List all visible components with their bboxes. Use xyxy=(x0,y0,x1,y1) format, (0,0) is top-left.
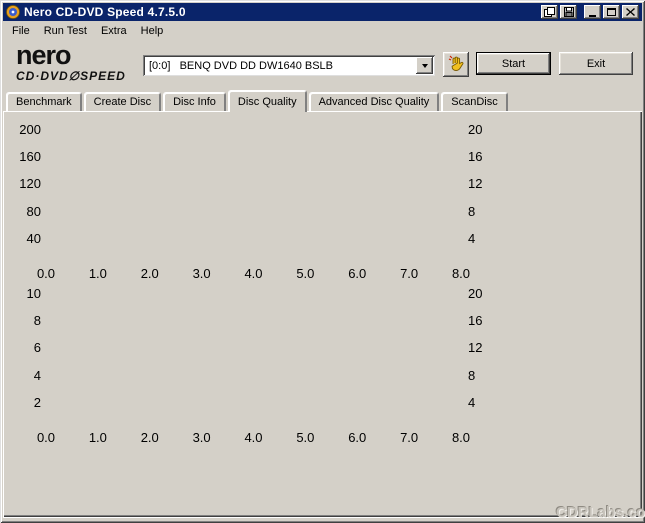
tab-create-disc[interactable]: Create Disc xyxy=(83,92,162,111)
axis-tick-label: 20 xyxy=(468,286,483,301)
menu-extra[interactable]: Extra xyxy=(94,23,134,39)
axis-tick-label: 160 xyxy=(19,149,41,165)
axis-tick-label: 200 xyxy=(19,122,41,137)
bottom-strip xyxy=(3,517,642,521)
tab-strip: Benchmark Create Disc Disc Info Disc Qua… xyxy=(6,90,508,112)
start-button[interactable]: Start xyxy=(476,52,551,75)
axis-tick-label: 0.0 xyxy=(36,266,56,281)
axis-tick-label: 2.0 xyxy=(140,266,159,281)
axis-tick-label: 1.0 xyxy=(88,266,107,281)
save-icon xyxy=(563,7,574,17)
app-window: Nero CD-DVD Speed 4.7.5.0 File Run Test … xyxy=(0,0,645,523)
axis-tick-label: 3.0 xyxy=(192,266,211,281)
axis-tick-label: 3.0 xyxy=(192,430,211,445)
axis-tick-label: 10 xyxy=(26,286,41,301)
close-icon xyxy=(626,8,635,16)
axis-tick-label: 4.0 xyxy=(244,430,263,445)
exit-button[interactable]: Exit xyxy=(559,52,633,75)
axis-tick-label: 2.0 xyxy=(140,430,159,445)
axis-tick-label: 8 xyxy=(33,313,41,329)
axis-tick-label: 80 xyxy=(26,203,41,219)
report-icon xyxy=(544,7,555,17)
axis-tick-label: 2 xyxy=(33,394,41,410)
axis-tick-label: 16 xyxy=(468,149,483,165)
save-button[interactable] xyxy=(560,5,577,19)
drive-select-dropdown-button[interactable] xyxy=(416,57,433,74)
drive-select[interactable]: [0:0] BENQ DVD DD DW1640 BSLB xyxy=(143,55,435,76)
top-chart-x-axis: 0.0 1.0 2.0 3.0 4.0 5.0 6.0 7.0 8.0 xyxy=(37,266,470,281)
tab-advanced-disc-quality[interactable]: Advanced Disc Quality xyxy=(308,92,440,111)
axis-tick-label: 40 xyxy=(26,230,41,246)
disc-quality-page xyxy=(3,111,642,517)
top-chart-right-axis: 20 16 12 8 4 xyxy=(466,122,494,267)
minimize-button[interactable] xyxy=(584,5,601,19)
close-button[interactable] xyxy=(622,5,639,19)
bottom-chart-x-axis: 0.0 1.0 2.0 3.0 4.0 5.0 6.0 7.0 8.0 xyxy=(37,430,470,445)
minimize-icon xyxy=(589,14,596,17)
hand-icon xyxy=(448,55,465,75)
menu-run-test[interactable]: Run Test xyxy=(37,23,94,39)
axis-tick-label: 1.0 xyxy=(88,430,107,445)
top-chart-left-axis: 200 160 120 80 40 xyxy=(6,122,43,267)
maximize-icon xyxy=(607,8,616,16)
tab-disc-quality[interactable]: Disc Quality xyxy=(227,90,307,112)
axis-tick-label: 4 xyxy=(468,394,476,410)
axis-tick-label: 5.0 xyxy=(296,430,315,445)
axis-tick-label: 8 xyxy=(468,367,476,383)
menu-help[interactable]: Help xyxy=(134,23,171,39)
axis-tick-label: 8.0 xyxy=(451,266,471,281)
axis-tick-label: 12 xyxy=(468,340,483,356)
site-watermark: CDRLabs.com xyxy=(556,504,645,521)
window-title: Nero CD-DVD Speed 4.7.5.0 xyxy=(24,5,186,19)
drive-select-value: [0:0] BENQ DVD DD DW1640 BSLB xyxy=(149,59,334,72)
axis-tick-label: 20 xyxy=(468,122,483,137)
start-button-label: Start xyxy=(501,57,526,70)
tab-scandisc[interactable]: ScanDisc xyxy=(441,92,508,111)
axis-tick-label: 12 xyxy=(468,176,483,192)
axis-tick-label: 7.0 xyxy=(400,430,419,445)
axis-tick-label: 4.0 xyxy=(244,266,263,281)
bottom-chart-right-axis: 20 16 12 8 4 xyxy=(466,286,494,431)
titlebar[interactable]: Nero CD-DVD Speed 4.7.5.0 xyxy=(3,3,642,21)
app-icon xyxy=(6,5,20,19)
menu-file[interactable]: File xyxy=(5,23,37,39)
axis-tick-label: 4 xyxy=(468,230,476,246)
axis-tick-label: 5.0 xyxy=(296,266,315,281)
axis-tick-label: 120 xyxy=(19,176,41,192)
menubar: File Run Test Extra Help xyxy=(3,21,642,40)
hand-tool-button[interactable] xyxy=(443,52,469,77)
nero-logo-subtitle: CD·DVD∅SPEED xyxy=(16,69,126,83)
nero-logo: nero xyxy=(16,40,72,70)
axis-tick-label: 0.0 xyxy=(36,430,56,445)
axis-tick-label: 4 xyxy=(33,367,41,383)
axis-tick-label: 16 xyxy=(468,313,483,329)
axis-tick-label: 7.0 xyxy=(400,266,419,281)
tab-benchmark[interactable]: Benchmark xyxy=(6,92,82,111)
chevron-down-icon xyxy=(421,63,428,71)
axis-tick-label: 6.0 xyxy=(348,430,367,445)
report-button[interactable] xyxy=(541,5,558,19)
bottom-chart-left-axis: 10 8 6 4 2 xyxy=(6,286,43,431)
axis-tick-label: 6 xyxy=(33,340,41,356)
axis-tick-label: 6.0 xyxy=(348,266,367,281)
tab-disc-info[interactable]: Disc Info xyxy=(163,92,226,111)
maximize-button[interactable] xyxy=(603,5,620,19)
exit-button-label: Exit xyxy=(586,57,606,70)
axis-tick-label: 8 xyxy=(468,203,476,219)
axis-tick-label: 8.0 xyxy=(451,430,471,445)
